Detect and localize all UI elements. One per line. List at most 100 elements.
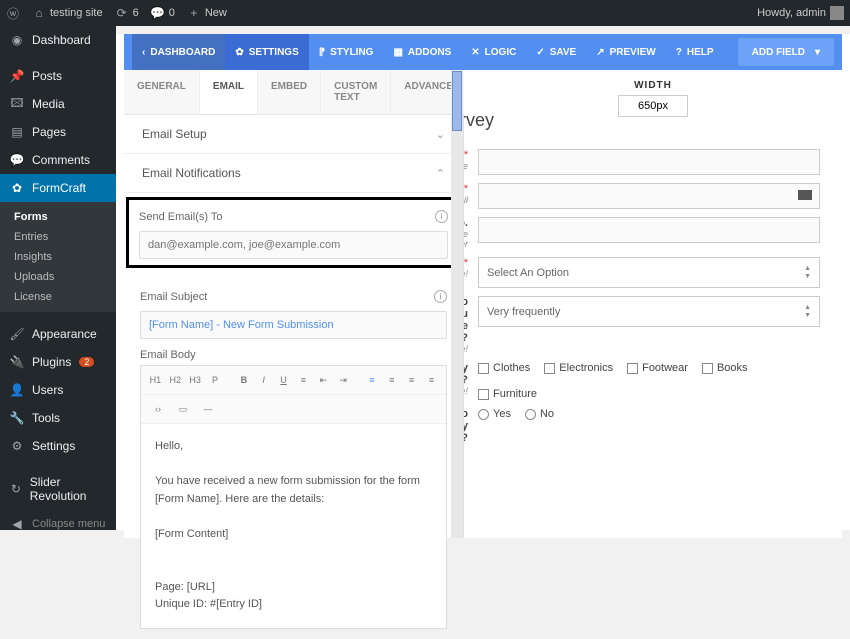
sidebar-item-slider[interactable]: ↻Slider Revolution — [0, 468, 116, 510]
email-body-textarea[interactable]: Hello, You have received a new form subm… — [141, 424, 446, 628]
field-pay-online: Yes No — [478, 408, 820, 420]
ed-h3[interactable]: H3 — [187, 371, 204, 389]
field-email[interactable] — [478, 183, 820, 209]
gear-icon: ✿ — [235, 47, 243, 58]
nav-settings[interactable]: ✿SETTINGS — [225, 34, 308, 70]
accordion-email-notifications[interactable]: Email Notifications⌃ — [124, 154, 463, 193]
ed-h1[interactable]: H1 — [147, 371, 164, 389]
accordion-email-setup[interactable]: Email Setup⌄ — [124, 115, 463, 154]
info-icon[interactable]: i — [434, 290, 447, 303]
field-frequency[interactable]: Very frequently▲▼ — [478, 296, 820, 327]
field-industry[interactable]: Select An Option▲▼ — [478, 257, 820, 288]
sidebar-item-plugins[interactable]: 🔌Plugins2 — [0, 348, 116, 376]
wrench-icon: 🔧 — [10, 411, 24, 425]
refresh-icon: ↻ — [10, 482, 22, 496]
radio[interactable] — [525, 409, 536, 420]
nav-help[interactable]: ?HELP — [666, 34, 724, 70]
tab-custom-text[interactable]: CUSTOM TEXT — [321, 70, 391, 114]
scrollbar-thumb[interactable] — [452, 71, 462, 131]
send-to-input[interactable] — [139, 231, 448, 259]
sub-uploads[interactable]: Uploads — [0, 267, 116, 287]
ed-outdent[interactable]: ⇤ — [315, 371, 332, 389]
ed-align-justify[interactable]: ≡ — [423, 371, 440, 389]
chevron-left-icon: ‹ — [142, 47, 145, 58]
tab-general[interactable]: GENERAL — [124, 70, 200, 114]
ed-hr[interactable]: — — [197, 400, 219, 418]
wp-logo[interactable]: ⓦ — [6, 6, 20, 20]
chevron-down-icon: ⌄ — [436, 128, 445, 141]
ed-align-right[interactable]: ≡ — [403, 371, 420, 389]
save-icon: ✓ — [536, 47, 544, 58]
mail-icon — [798, 190, 812, 200]
checkbox[interactable] — [702, 363, 713, 374]
sidebar-item-settings[interactable]: ⚙Settings — [0, 432, 116, 460]
settings-scrollbar[interactable] — [451, 70, 463, 538]
sub-forms[interactable]: Forms — [0, 207, 116, 227]
checkbox[interactable] — [544, 363, 555, 374]
ed-align-center[interactable]: ≡ — [383, 371, 400, 389]
help-icon: ? — [676, 47, 682, 58]
pin-icon: 📌 — [10, 69, 24, 83]
ed-indent[interactable]: ⇥ — [335, 371, 352, 389]
nav-preview[interactable]: ↗PREVIEW — [586, 34, 666, 70]
sidebar-item-tools[interactable]: 🔧Tools — [0, 404, 116, 432]
howdy-link[interactable]: Howdy, admin — [757, 6, 844, 20]
main-area: ‹DASHBOARD ✿SETTINGS ⁋STYLING ▦ADDONS ✕L… — [116, 26, 850, 530]
tab-email[interactable]: EMAIL — [200, 70, 258, 114]
ed-align-left[interactable]: ≡ — [364, 371, 381, 389]
body-label: Email Body — [140, 349, 196, 361]
checkbox[interactable] — [627, 363, 638, 374]
field-name[interactable] — [478, 149, 820, 175]
sidebar-item-posts[interactable]: 📌Posts — [0, 62, 116, 90]
nav-logic[interactable]: ✕LOGIC — [461, 34, 526, 70]
sidebar-item-media[interactable]: 🖾Media — [0, 90, 116, 118]
info-icon[interactable]: i — [435, 210, 448, 223]
nav-addons[interactable]: ▦ADDONS — [383, 34, 461, 70]
field-buy-mostly: Clothes Electronics Footwear Books Furni… — [478, 362, 820, 400]
ed-code[interactable]: ‹› — [147, 400, 169, 418]
collapse-menu[interactable]: ◀Collapse menu — [0, 510, 116, 538]
sidebar-item-formcraft[interactable]: ✿FormCraft — [0, 174, 116, 202]
ed-bold[interactable]: B — [235, 371, 252, 389]
ed-h2[interactable]: H2 — [167, 371, 184, 389]
settings-panel: GENERAL EMAIL EMBED CUSTOM TEXT ADVANCED… — [124, 70, 464, 538]
sidebar-item-pages[interactable]: ▤Pages — [0, 118, 116, 146]
ed-list[interactable]: ≡ — [295, 371, 312, 389]
checkbox[interactable] — [478, 389, 489, 400]
sidebar-item-appearance[interactable]: 🖌Appearance — [0, 320, 116, 348]
page-icon: ▤ — [10, 125, 24, 139]
radio[interactable] — [478, 409, 489, 420]
chevron-down-icon: ▾ — [815, 47, 820, 58]
sidebar-item-users[interactable]: 👤Users — [0, 376, 116, 404]
nav-save[interactable]: ✓SAVE — [526, 34, 586, 70]
comment-icon: 💬 — [10, 153, 24, 167]
add-field-button[interactable]: ADD FIELD▾ — [738, 38, 834, 66]
subject-input[interactable] — [140, 311, 447, 339]
nav-dashboard[interactable]: ‹DASHBOARD — [132, 34, 225, 70]
addons-icon: ▦ — [393, 47, 402, 58]
comments-link[interactable]: 💬0 — [151, 6, 175, 20]
subject-label: Email Subject — [140, 291, 207, 303]
stepper-icon: ▲▼ — [804, 304, 811, 319]
updates-link[interactable]: ⟳6 — [115, 6, 139, 20]
sub-license[interactable]: License — [0, 287, 116, 307]
sidebar-item-comments[interactable]: 💬Comments — [0, 146, 116, 174]
ed-italic[interactable]: I — [255, 371, 272, 389]
sliders-icon: ⚙ — [10, 439, 24, 453]
sub-insights[interactable]: Insights — [0, 247, 116, 267]
sidebar-item-dashboard[interactable]: ◉Dashboard — [0, 26, 116, 54]
ed-p[interactable]: P — [207, 371, 224, 389]
admin-sidebar: ◉Dashboard 📌Posts 🖾Media ▤Pages 💬Comment… — [0, 26, 116, 530]
form-title: ce Survey — [464, 104, 820, 149]
tab-embed[interactable]: EMBED — [258, 70, 321, 114]
ed-image[interactable]: ▭ — [172, 400, 194, 418]
settings-tabs: GENERAL EMAIL EMBED CUSTOM TEXT ADVANCED — [124, 70, 463, 115]
site-link[interactable]: ⌂testing site — [32, 6, 103, 20]
ed-underline[interactable]: U — [275, 371, 292, 389]
field-mobile[interactable] — [478, 217, 820, 243]
checkbox[interactable] — [478, 363, 489, 374]
nav-styling[interactable]: ⁋STYLING — [309, 34, 384, 70]
new-link[interactable]: +New — [187, 6, 227, 20]
sub-entries[interactable]: Entries — [0, 227, 116, 247]
stepper-icon: ▲▼ — [804, 265, 811, 280]
